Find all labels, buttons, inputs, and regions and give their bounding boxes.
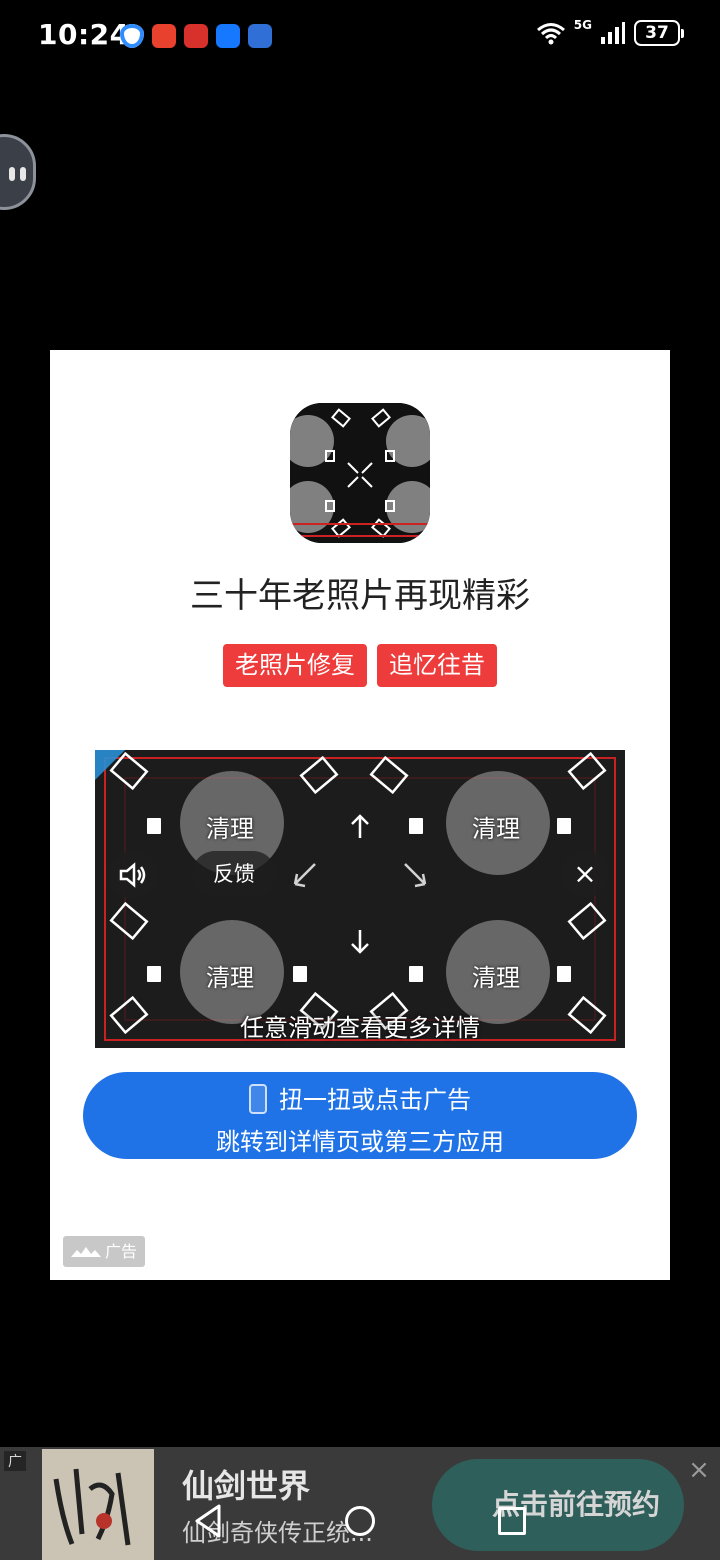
feedback-button[interactable]: 反馈 (192, 851, 276, 897)
banner-ad-tag: 广 (4, 1451, 26, 1471)
app-icon[interactable] (290, 403, 430, 543)
bottom-banner-ad[interactable]: 广 仙剑世界 仙剑奇侠传正统... 点击前往预约 × (0, 1447, 720, 1560)
tag-badge: 追忆往昔 (377, 644, 497, 687)
shield-icon (120, 24, 144, 48)
swipe-hint: 任意滑动查看更多详情 (240, 1014, 480, 1042)
nav-home-icon[interactable] (345, 1506, 375, 1536)
clean-label: 清理 (472, 964, 520, 992)
ad-video-artwork (95, 750, 625, 1048)
banner-close-icon[interactable]: × (684, 1455, 714, 1485)
nav-recent-icon[interactable] (498, 1507, 526, 1535)
floating-assistant-bubble[interactable] (0, 134, 36, 210)
ad-badge-label: 广告 (105, 1242, 138, 1261)
clean-label: 清理 (206, 964, 254, 992)
tag-list: 老照片修复 追忆往昔 (50, 644, 670, 687)
battery-indicator: 37 (634, 20, 684, 46)
red-app-icon (152, 24, 176, 48)
wifi-icon (536, 23, 565, 45)
red-app-icon (184, 24, 208, 48)
sound-toggle-button[interactable] (109, 851, 157, 899)
cta-line-1: 扭一扭或点击广告 (83, 1080, 637, 1115)
blue-app-icon (248, 24, 272, 48)
banner-thumbnail (42, 1449, 154, 1560)
cta-text-2: 跳转到详情页或第三方应用 (216, 1128, 504, 1156)
speaker-icon (119, 862, 146, 888)
alipay-icon (216, 24, 240, 48)
network-type: 5G (573, 18, 592, 32)
ad-dialog[interactable]: 三十年老照片再现精彩 老照片修复 追忆往昔 清理 清理 清理 清理 反馈 × 任… (50, 350, 670, 1280)
close-icon[interactable]: × (561, 850, 609, 898)
cta-text-1: 扭一扭或点击广告 (279, 1086, 471, 1114)
banner-thumbnail-art (42, 1449, 154, 1560)
app-icon-artwork (290, 403, 430, 543)
status-bar: 10:24 5G 37 (0, 0, 720, 72)
ad-badge: 广告 (63, 1236, 145, 1267)
ad-network-logo-icon (71, 1247, 101, 1257)
ad-video[interactable]: 清理 清理 清理 清理 反馈 × 任意滑动查看更多详情 (95, 750, 625, 1048)
phone-shake-icon (249, 1084, 267, 1114)
signal-icon (601, 22, 625, 44)
assistant-face-icon (9, 167, 27, 183)
ad-title: 三十年老照片再现精彩 (190, 576, 530, 616)
clean-label: 清理 (206, 815, 254, 843)
clean-label: 清理 (472, 815, 520, 843)
nav-back-icon[interactable] (193, 1503, 223, 1539)
banner-title: 仙剑世界 (182, 1467, 311, 1505)
tag-badge: 老照片修复 (223, 644, 367, 687)
cta-button[interactable]: 扭一扭或点击广告 跳转到详情页或第三方应用 (83, 1072, 637, 1159)
status-time: 10:24 (38, 18, 130, 51)
status-app-icons (120, 24, 272, 48)
banner-reserve-button[interactable]: 点击前往预约 (432, 1459, 684, 1551)
status-indicators: 5G 37 (536, 18, 684, 46)
